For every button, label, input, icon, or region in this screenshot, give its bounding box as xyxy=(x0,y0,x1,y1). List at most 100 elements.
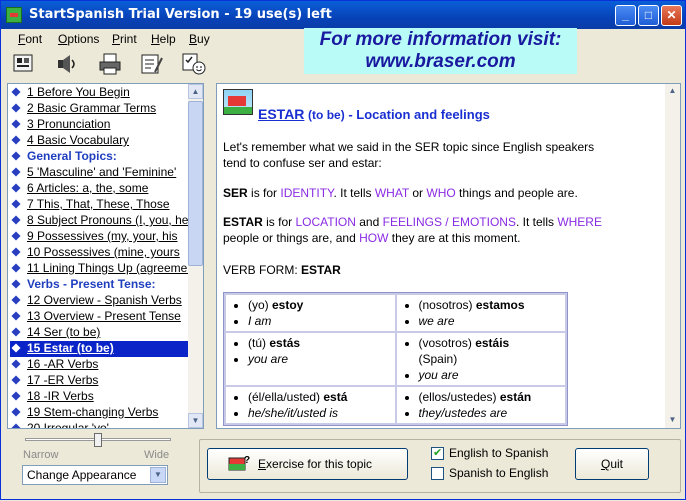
lesson-list-item[interactable]: 2 Basic Grammar Terms xyxy=(10,101,188,117)
pronoun: (tú) xyxy=(248,336,270,350)
verb-form-label: VERB FORM: xyxy=(223,263,302,277)
exercise-label: xercise for this topic xyxy=(266,457,373,471)
chevron-down-icon[interactable]: ▼ xyxy=(150,467,166,483)
menu-options[interactable]: Options xyxy=(58,32,99,46)
content-scroll-down-arrow-icon[interactable]: ▼ xyxy=(665,413,680,428)
lesson-list-item[interactable]: 5 'Masculine' and 'Feminine' xyxy=(10,165,188,181)
pronoun: (nosotros) xyxy=(418,298,476,312)
lesson-list-item-label: 9 Possessives (my, your, his xyxy=(27,229,178,243)
list-section-heading: General Topics: xyxy=(10,149,188,165)
scroll-up-arrow-icon[interactable]: ▲ xyxy=(188,84,203,99)
diamond-bullet-icon xyxy=(11,87,21,97)
width-slider-thumb[interactable] xyxy=(94,433,102,447)
scroll-down-arrow-icon[interactable]: ▼ xyxy=(188,413,203,428)
progress-button[interactable] xyxy=(181,52,207,76)
lesson-list-item-label: 12 Overview - Spanish Verbs xyxy=(27,293,182,307)
conjugation-row: (yo) estoyI am(nosotros) estamoswe are xyxy=(226,295,565,331)
window-title: StartSpanish Trial Version - 19 use(s) l… xyxy=(29,7,332,22)
diamond-bullet-icon xyxy=(11,311,21,321)
lesson-list-item[interactable]: 20 Irregular 'yo' xyxy=(10,421,188,429)
content-scroll-up-arrow-icon[interactable]: ▲ xyxy=(665,84,680,99)
lesson-list-item-label: Verbs - Present Tense: xyxy=(27,277,156,291)
lesson-list-item-label: 2 Basic Grammar Terms xyxy=(27,101,157,115)
verb-form: están xyxy=(499,390,532,404)
lesson-list-item[interactable]: 8 Subject Pronouns (I, you, he xyxy=(10,213,188,229)
translation-text: you are xyxy=(248,352,289,366)
lesson-title: ESTAR (to be) - Location and feelings xyxy=(258,106,490,122)
menu-font-label: ont xyxy=(25,32,43,46)
lesson-list-item[interactable]: 6 Articles: a, the, some xyxy=(10,181,188,197)
lesson-list-item[interactable]: 19 Stem-changing Verbs xyxy=(10,405,188,421)
exercise-button[interactable]: ? Exercise for this topic xyxy=(207,448,408,480)
lesson-list-item[interactable]: 12 Overview - Spanish Verbs xyxy=(10,293,188,309)
diamond-bullet-icon xyxy=(11,247,21,257)
conjugation-cell: (vosotros) estáis (Spain) you are xyxy=(396,333,565,385)
checklist-smiley-icon xyxy=(182,53,206,75)
menu-help[interactable]: Help xyxy=(151,32,176,46)
lesson-list[interactable]: ▲ ▼ 1 Before You Begin 2 Basic Grammar Te… xyxy=(7,83,204,429)
dictionary-icon xyxy=(13,54,33,72)
lesson-list-item-label: General Topics: xyxy=(27,149,117,163)
lesson-list-item-label: 8 Subject Pronouns (I, you, he xyxy=(27,213,188,227)
print-button[interactable] xyxy=(97,52,123,76)
conjugation-form: (ellos/ustedes) están xyxy=(419,389,560,405)
pronunciation-button[interactable] xyxy=(54,52,80,76)
lesson-list-item[interactable]: 10 Possessives (mine, yours xyxy=(10,245,188,261)
lesson-list-item-label: 16 -AR Verbs xyxy=(27,357,99,371)
quiz-button[interactable] xyxy=(139,52,165,76)
lesson-list-item[interactable]: 13 Overview - Present Tense xyxy=(10,309,188,325)
lesson-list-item[interactable]: 14 Ser (to be) xyxy=(10,325,188,341)
lesson-list-item[interactable]: 1 Before You Begin xyxy=(10,85,188,101)
estar-how: HOW xyxy=(359,231,389,245)
lesson-list-scrollbar[interactable]: ▲ ▼ xyxy=(188,84,203,428)
appearance-select[interactable]: Change Appearance ▼ xyxy=(22,465,168,485)
lesson-list-item[interactable]: 4 Basic Vocabulary xyxy=(10,133,188,149)
menu-buy[interactable]: Buy xyxy=(189,32,210,46)
lesson-list-scroll-thumb[interactable] xyxy=(188,101,203,266)
lesson-list-item[interactable]: 9 Possessives (my, your, his xyxy=(10,229,188,245)
english-to-spanish-checkbox[interactable] xyxy=(431,446,444,460)
english-translation: they/ustedes are xyxy=(419,405,560,421)
minimize-button[interactable]: _ xyxy=(615,5,636,26)
lesson-list-item[interactable]: 7 This, That, These, Those xyxy=(10,197,188,213)
bottom-panel: Narrow Wide Change Appearance ▼ ? Exerci… xyxy=(1,431,686,501)
title-bar[interactable]: StartSpanish Trial Version - 19 use(s) l… xyxy=(1,1,685,29)
content-scrollbar[interactable]: ▲ ▼ xyxy=(665,84,680,428)
ser-text-1: is for xyxy=(247,186,281,200)
lesson-list-item-label: 1 Before You Begin xyxy=(27,85,130,99)
translation-text: I am xyxy=(248,314,272,328)
lesson-list-item[interactable]: 18 -IR Verbs xyxy=(10,389,188,405)
ser-identity: IDENTITY xyxy=(280,186,334,200)
quit-hotkey: Q xyxy=(600,457,611,471)
conjugation-cell: (tú) estás you are xyxy=(226,333,395,385)
maximize-button[interactable]: □ xyxy=(638,5,659,26)
lesson-list-item[interactable]: 16 -AR Verbs xyxy=(10,357,188,373)
spanish-to-english-checkbox[interactable] xyxy=(431,467,444,480)
quit-button[interactable]: Quit xyxy=(575,448,649,480)
exercise-quiz-icon: ? xyxy=(228,455,250,471)
verb-form: estás xyxy=(269,336,301,350)
diamond-bullet-icon xyxy=(11,231,21,241)
menu-font[interactable]: Font xyxy=(18,32,42,46)
menu-print[interactable]: Print xyxy=(112,32,137,46)
lesson-list-item[interactable]: 11 Lining Things Up (agreement xyxy=(10,261,188,277)
ser-text-2: . It tells xyxy=(333,186,375,200)
dictionary-button[interactable] xyxy=(11,52,37,76)
lesson-list-item[interactable]: 15 Estar (to be) xyxy=(10,341,188,357)
lesson-list-item[interactable]: 3 Pronunciation xyxy=(10,117,188,133)
speaker-icon xyxy=(58,55,75,73)
diamond-bullet-icon xyxy=(11,391,21,401)
estar-feelings: FEELINGS / EMOTIONS xyxy=(382,215,516,229)
menu-help-hotkey: H xyxy=(151,32,160,46)
lesson-title-sub: - Location and feelings xyxy=(348,107,490,122)
promo-banner: For more information visit: www.braser.c… xyxy=(304,28,577,74)
lesson-list-item[interactable]: 17 -ER Verbs xyxy=(10,373,188,389)
exercise-hotkey: E xyxy=(258,457,267,471)
close-button[interactable]: ✕ xyxy=(661,5,682,26)
conjugation-form: (vosotros) estáis (Spain) xyxy=(419,335,560,367)
diamond-bullet-icon xyxy=(11,199,21,209)
lesson-list-item-label: 13 Overview - Present Tense xyxy=(27,309,181,323)
lesson-list-item-label: 20 Irregular 'yo' xyxy=(27,421,109,429)
estar-text-2: and xyxy=(355,215,383,229)
verb-form-value: ESTAR xyxy=(301,263,341,277)
